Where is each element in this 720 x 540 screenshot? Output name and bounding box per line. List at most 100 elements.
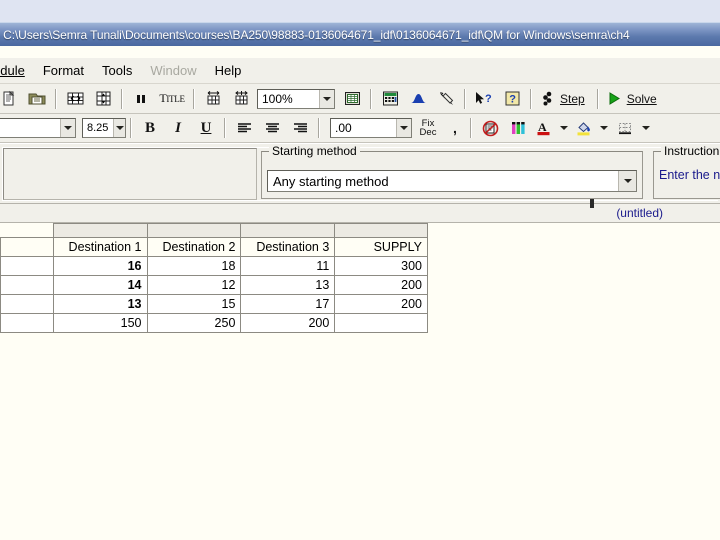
align-center-icon[interactable] (259, 116, 285, 140)
table-row: 16 18 11 300 (0, 256, 428, 276)
new-file-icon[interactable] (0, 87, 22, 111)
comma-format-button[interactable]: , (445, 116, 465, 140)
toolbar-separator (470, 118, 472, 138)
fix-decimals-button[interactable]: Fix Dec (413, 116, 443, 140)
italic-button[interactable]: I (165, 116, 191, 140)
data-grid: Destination 1 Destination 2 Destination … (0, 223, 428, 333)
cell-r0-c1[interactable]: 18 (146, 256, 242, 276)
solve-label: Solve (626, 91, 657, 106)
cell-r0-c2[interactable]: 11 (240, 256, 336, 276)
column-width-icon[interactable] (200, 87, 226, 111)
table-row: 13 15 17 200 (0, 294, 428, 314)
toolbar-separator (530, 88, 532, 109)
decimals-value: .00 (335, 121, 352, 135)
band-cell (240, 223, 336, 238)
markers-icon[interactable] (505, 116, 531, 140)
borders-dropdown[interactable] (639, 116, 653, 140)
align-left-icon[interactable] (231, 116, 257, 140)
cell-r0-c0[interactable]: 16 (52, 256, 148, 276)
desktop-background (0, 0, 720, 22)
band-corner (0, 223, 54, 238)
scrollbar-grip[interactable] (590, 199, 594, 208)
help-book-icon[interactable]: ? (499, 87, 525, 111)
borders-icon[interactable] (613, 116, 637, 140)
underline-button[interactable]: U (193, 116, 219, 140)
zoom-combo[interactable]: 100% (257, 88, 335, 109)
font-size-combo[interactable]: 8.25 (82, 118, 126, 138)
cell-r0-supply[interactable]: 300 (334, 256, 428, 276)
row-height-icon[interactable] (228, 87, 254, 111)
cell-r2-c1[interactable]: 15 (146, 294, 242, 314)
toolbar-separator (370, 88, 372, 109)
row-header[interactable] (0, 294, 54, 314)
row-header[interactable] (0, 256, 54, 276)
window-title: - C:\Users\Semra Tunali\Documents\course… (0, 27, 630, 42)
column-header-destination-2[interactable]: Destination 2 (146, 237, 242, 257)
column-header-destination-1[interactable]: Destination 1 (52, 237, 148, 257)
menu-format[interactable]: Format (34, 61, 93, 80)
open-folder-icon[interactable] (24, 87, 50, 111)
insert-column-icon[interactable] (62, 87, 88, 111)
document-caption-bar: (untitled) (0, 199, 720, 223)
chevron-down-icon[interactable] (60, 119, 75, 137)
decimals-combo[interactable]: .00 (330, 118, 412, 138)
insert-row-icon[interactable] (90, 87, 116, 111)
screen-view-icon[interactable] (339, 87, 365, 111)
starting-method-group-label: Starting method (269, 144, 360, 158)
zoom-value: 100% (262, 91, 293, 106)
font-color-icon[interactable]: A (533, 116, 555, 140)
chevron-down-icon[interactable] (396, 119, 411, 137)
band-cell (146, 223, 242, 238)
menu-window: Window (150, 63, 197, 78)
instruction-group: Instruction Enter the na (653, 144, 720, 199)
cell-r1-supply[interactable]: 200 (334, 275, 428, 295)
cell-demand-c2[interactable]: 200 (240, 313, 336, 333)
table-row: 14 12 13 200 (0, 275, 428, 295)
annotate-pen-icon[interactable] (433, 87, 459, 111)
help-pointer-icon[interactable]: ? (471, 87, 497, 111)
align-right-icon[interactable] (287, 116, 313, 140)
step-button[interactable]: Step (536, 87, 593, 111)
chevron-down-icon[interactable] (113, 119, 125, 137)
toolbar-separator (121, 88, 123, 109)
fill-color-dropdown[interactable] (597, 116, 611, 140)
menu-module[interactable]: odule (0, 61, 34, 80)
transportation-table: Destination 1 Destination 2 Destination … (0, 223, 428, 333)
menu-bar: odule Format Tools Window Help (0, 58, 720, 84)
step-label: Step (560, 91, 585, 106)
column-header-destination-3[interactable]: Destination 3 (240, 237, 336, 257)
cell-r2-c2[interactable]: 17 (240, 294, 336, 314)
row-header[interactable] (0, 275, 54, 295)
menu-tools[interactable]: Tools (93, 61, 141, 80)
cell-demand-c0[interactable]: 150 (52, 313, 148, 333)
format-toolbar: 8.25 B I U .00 Fix Dec , A (0, 114, 720, 143)
chevron-down-icon[interactable] (319, 89, 334, 108)
column-header-supply[interactable]: SUPPLY (334, 237, 428, 257)
font-color-dropdown[interactable] (557, 116, 571, 140)
chevron-down-icon[interactable] (618, 171, 636, 191)
normal-curve-icon[interactable] (405, 87, 431, 111)
calculator-icon[interactable] (377, 87, 403, 111)
cell-demand-c1[interactable]: 250 (146, 313, 242, 333)
starting-method-combo[interactable]: Any starting method (267, 170, 637, 192)
application-window: - C:\Users\Semra Tunali\Documents\course… (0, 0, 720, 540)
instruction-group-label: Instruction (661, 144, 720, 158)
fill-color-icon[interactable] (573, 116, 595, 140)
bold-button[interactable]: B (137, 116, 163, 140)
cell-r1-c2[interactable]: 13 (240, 275, 336, 295)
cell-r2-c0[interactable]: 13 (52, 294, 148, 314)
menu-help[interactable]: Help (206, 61, 251, 80)
pause-icon[interactable] (128, 87, 154, 111)
cell-r1-c0[interactable]: 14 (52, 275, 148, 295)
no-color-icon[interactable] (477, 116, 503, 140)
cell-r2-supply[interactable]: 200 (334, 294, 428, 314)
svg-text:?: ? (485, 93, 492, 105)
table-band-row (0, 223, 428, 238)
font-family-combo[interactable] (0, 118, 76, 138)
cell-demand-supply[interactable] (334, 313, 428, 333)
cell-r1-c1[interactable]: 12 (146, 275, 242, 295)
main-toolbar: TITLE 100% ? ? Step Solve (0, 84, 720, 114)
row-header-demand[interactable] (0, 313, 54, 333)
solve-button[interactable]: Solve (603, 87, 665, 111)
title-text-icon[interactable]: TITLE (156, 87, 188, 111)
